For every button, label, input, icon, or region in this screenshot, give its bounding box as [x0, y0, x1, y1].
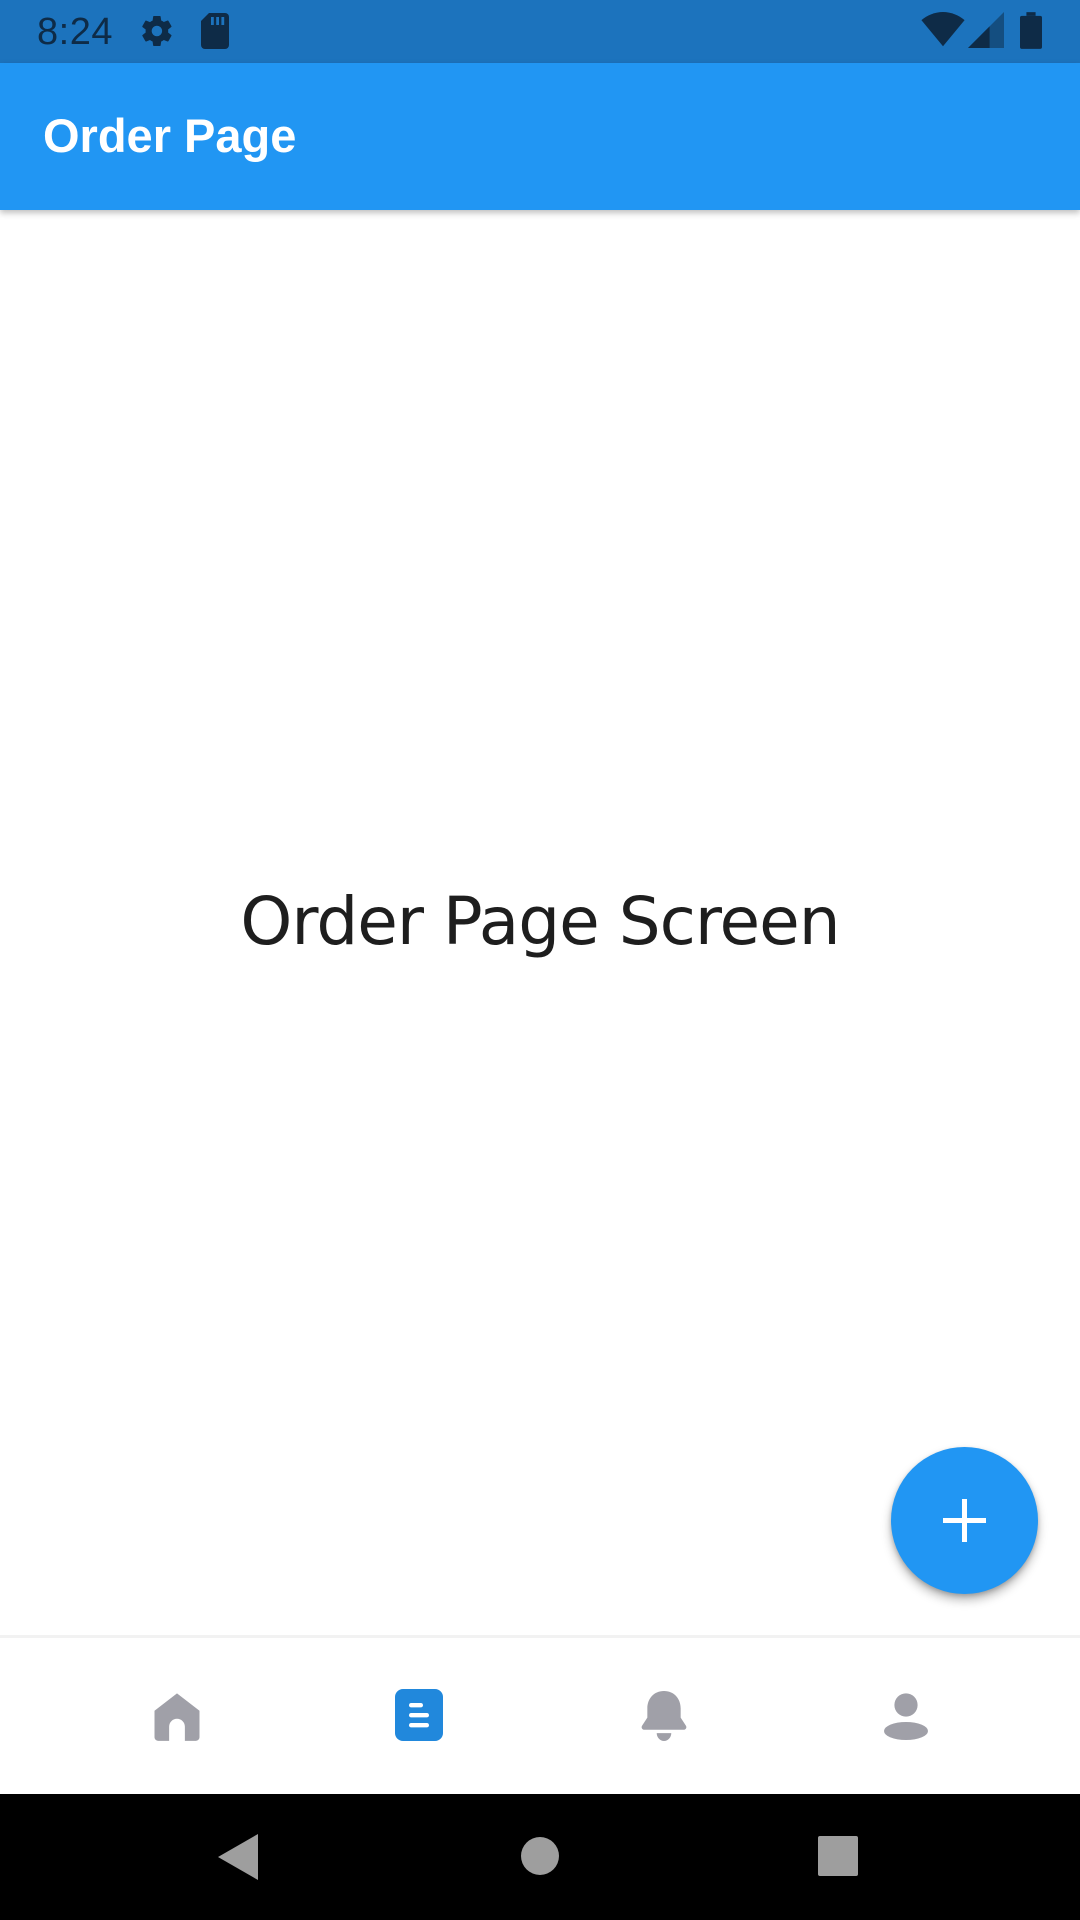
- screen-label: Order Page Screen: [240, 883, 840, 960]
- nav-item-orders[interactable]: [287, 1638, 557, 1794]
- battery-icon: [1020, 12, 1042, 49]
- main-content: Order Page Screen: [0, 210, 1080, 1635]
- sd-card-icon: [201, 13, 229, 49]
- nav-item-notifications[interactable]: [529, 1638, 799, 1794]
- wifi-icon: [921, 12, 965, 47]
- signal-icon: [968, 12, 1004, 48]
- bell-icon: [641, 1691, 687, 1741]
- order-list-icon: [395, 1689, 443, 1741]
- status-time: 8:24: [37, 11, 113, 53]
- person-icon: [884, 1693, 928, 1740]
- recents-icon[interactable]: [818, 1836, 858, 1876]
- bottom-navigation: [0, 1635, 1080, 1794]
- status-bar: 8:24: [0, 0, 1080, 63]
- back-icon[interactable]: [218, 1834, 258, 1880]
- plus-icon: [943, 1499, 986, 1542]
- gear-icon: [142, 15, 172, 47]
- home-icon: [154, 1693, 200, 1741]
- system-navigation-bar: [0, 1794, 1080, 1920]
- add-order-fab[interactable]: [891, 1447, 1038, 1594]
- nav-item-profile[interactable]: [770, 1638, 1040, 1794]
- page-title: Order Page: [43, 109, 297, 162]
- order-page-screen: 8:24 Order Page Order Page Screen: [0, 0, 1080, 1920]
- nav-item-home[interactable]: [42, 1638, 312, 1794]
- home-circle-icon[interactable]: [520, 1836, 560, 1876]
- app-bar: Order Page: [0, 63, 1080, 210]
